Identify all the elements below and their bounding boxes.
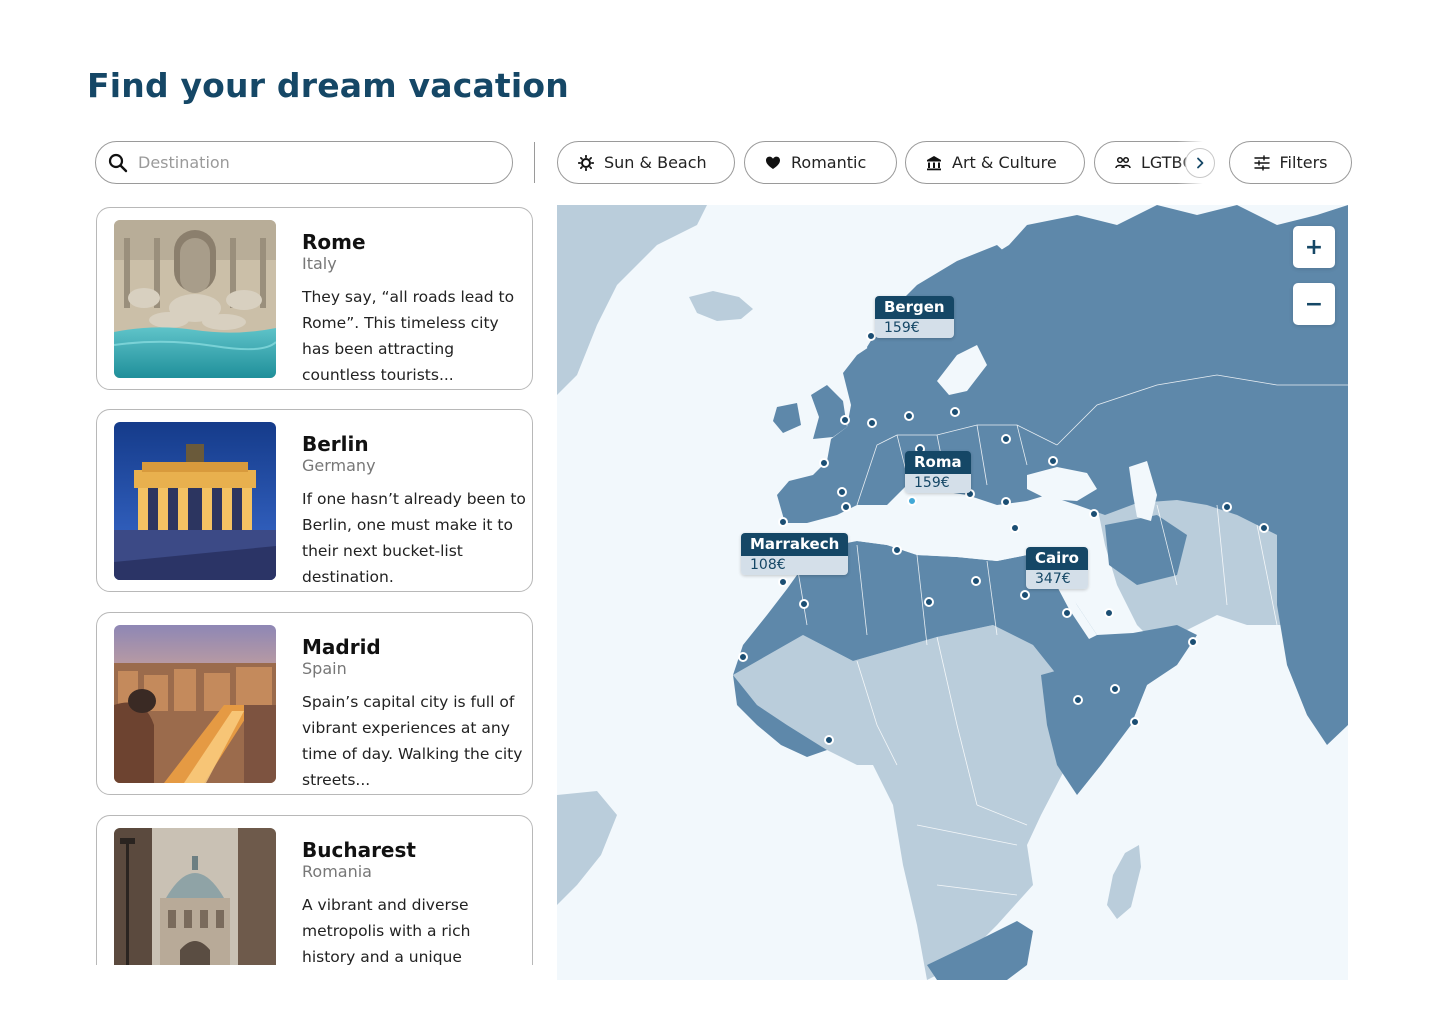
bucharest-photo: [114, 828, 276, 965]
map-marker[interactable]: [1062, 608, 1072, 618]
map-marker[interactable]: [1110, 684, 1120, 694]
map-marker[interactable]: [1073, 695, 1083, 705]
map-marker[interactable]: [1130, 717, 1140, 727]
chip-label: Sun & Beach: [604, 153, 707, 172]
destination-country: Germany: [302, 456, 376, 475]
map-marker[interactable]: [1001, 434, 1011, 444]
filters-button[interactable]: Filters: [1229, 141, 1352, 184]
destination-city: Rome: [302, 230, 366, 254]
destination-description: A vibrant and diverse metropolis with a …: [302, 896, 471, 965]
destinations-map[interactable]: + − Bergen 159€ Roma 159€ Marrakech 108€…: [557, 205, 1348, 980]
destination-card-bucharest[interactable]: Bucharest Romania A vibrant and diverse …: [96, 815, 533, 965]
price-label-price: 159€: [905, 474, 971, 493]
map-marker[interactable]: [778, 577, 788, 587]
price-label-name: Cairo: [1026, 547, 1088, 570]
map-marker[interactable]: [824, 735, 834, 745]
berlin-photo: [114, 422, 276, 580]
toolbar-divider: [534, 142, 535, 183]
zoom-in-button[interactable]: +: [1293, 226, 1335, 268]
map-marker[interactable]: [1020, 590, 1030, 600]
map-marker[interactable]: [1010, 523, 1020, 533]
rome-photo: [114, 220, 276, 378]
map-marker[interactable]: [840, 415, 850, 425]
map-marker[interactable]: [892, 545, 902, 555]
price-label-name: Marrakech: [741, 533, 849, 556]
price-label-price: 159€: [875, 319, 954, 338]
price-label-price: 108€: [741, 556, 849, 575]
destination-country: Spain: [302, 659, 347, 678]
people-icon: [1115, 156, 1131, 168]
map-marker[interactable]: [950, 407, 960, 417]
destination-country: Italy: [302, 254, 337, 273]
chip-label: Romantic: [791, 153, 867, 172]
map-marker[interactable]: [799, 599, 809, 609]
destination-city: Bucharest: [302, 838, 416, 862]
map-marker[interactable]: [867, 418, 877, 428]
chip-romantic[interactable]: Romantic: [744, 141, 897, 184]
map-marker[interactable]: [1259, 523, 1269, 533]
sliders-icon: [1253, 154, 1270, 171]
destination-description: Spain’s capital city is full of vibrant …: [302, 693, 523, 789]
destination-description: They say, “all roads lead to Rome”. This…: [302, 288, 515, 384]
map-marker[interactable]: [1222, 502, 1232, 512]
price-label-cairo[interactable]: Cairo 347€: [1026, 547, 1088, 589]
map-marker[interactable]: [904, 411, 914, 421]
destination-description: If one hasn’t already been to Berlin, on…: [302, 490, 526, 586]
map-marker[interactable]: [738, 652, 748, 662]
search-icon: [108, 153, 128, 172]
map-marker-selected[interactable]: [907, 496, 917, 506]
zoom-out-button[interactable]: −: [1293, 283, 1335, 325]
destination-card-madrid[interactable]: Madrid Spain Spain’s capital city is ful…: [96, 612, 533, 795]
map-marker[interactable]: [1188, 637, 1198, 647]
map-marker[interactable]: [778, 517, 788, 527]
map-marker[interactable]: [1048, 456, 1058, 466]
sun-icon: [578, 154, 594, 171]
chip-art-culture[interactable]: Art & Culture: [905, 141, 1085, 184]
price-label-marrakech[interactable]: Marrakech 108€: [741, 533, 849, 575]
destination-card-berlin[interactable]: Berlin Germany If one hasn’t already bee…: [96, 409, 533, 592]
map-marker[interactable]: [924, 597, 934, 607]
map-marker[interactable]: [837, 487, 847, 497]
price-label-roma[interactable]: Roma 159€: [905, 451, 971, 493]
category-chips: Sun & Beach Romantic Art & Culture LGTBQ: [557, 141, 1220, 184]
map-marker[interactable]: [841, 502, 851, 512]
page-title: Find your dream vacation: [87, 66, 569, 105]
map-marker[interactable]: [1089, 509, 1099, 519]
madrid-photo: [114, 625, 276, 783]
destination-card-rome[interactable]: Rome Italy They say, “all roads lead to …: [96, 207, 533, 390]
destination-search[interactable]: [95, 141, 513, 184]
heart-icon: [766, 156, 780, 169]
search-input[interactable]: [138, 153, 478, 172]
map-marker[interactable]: [1104, 608, 1114, 618]
chevron-right-icon: [1197, 157, 1204, 169]
filters-label: Filters: [1279, 153, 1328, 172]
chip-label: Art & Culture: [952, 153, 1057, 172]
chips-scroll-right-button[interactable]: [1185, 148, 1215, 178]
museum-icon: [927, 155, 941, 170]
destination-city: Berlin: [302, 432, 369, 456]
price-label-name: Roma: [905, 451, 971, 474]
destination-country: Romania: [302, 862, 372, 881]
map-marker[interactable]: [1001, 497, 1011, 507]
map-marker[interactable]: [819, 458, 829, 468]
chip-sun-beach[interactable]: Sun & Beach: [557, 141, 735, 184]
destination-list: Rome Italy They say, “all roads lead to …: [95, 207, 535, 965]
price-label-bergen[interactable]: Bergen 159€: [875, 296, 954, 338]
price-label-name: Bergen: [875, 296, 954, 319]
price-label-price: 347€: [1026, 570, 1088, 589]
destination-city: Madrid: [302, 635, 381, 659]
map-marker[interactable]: [971, 576, 981, 586]
